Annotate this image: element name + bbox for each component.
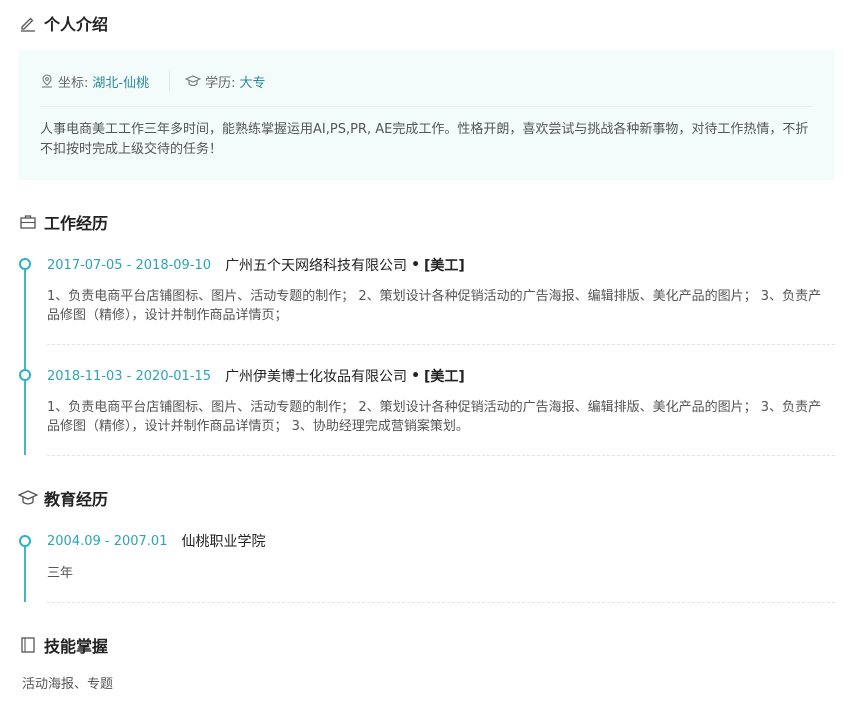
work-description: 1、负责电商平台店铺图标、图片、活动专题的制作； 2、策划设计各种促销活动的广告… — [47, 400, 822, 434]
location-item: 坐标: 湖北-仙桃 — [40, 72, 149, 91]
work-timeline — [24, 263, 26, 455]
intro-section-title: 个人介绍 — [18, 11, 108, 35]
graduation-cap-icon — [18, 488, 38, 508]
graduation-cap-icon — [184, 74, 202, 88]
location-value: 湖北-仙桃 — [92, 75, 150, 91]
location-pin-icon — [40, 74, 54, 88]
work-separator: • — [411, 368, 421, 384]
work-company: 广州伊美博士化妆品有限公司 — [225, 369, 408, 385]
meta-divider — [169, 71, 171, 91]
work-entry-header: 2018-11-03 - 2020-01-15 广州伊美博士化妆品有限公司 • … — [47, 366, 465, 386]
location-key: 坐标: — [58, 75, 89, 91]
education-section-title: 教育经历 — [18, 486, 108, 510]
edit-icon — [18, 13, 38, 33]
work-date: 2018-11-03 - 2020-01-15 — [47, 368, 212, 384]
education-key: 学历: — [205, 75, 236, 91]
work-title: 工作经历 — [44, 214, 109, 233]
book-icon — [18, 635, 38, 655]
intro-divider — [40, 106, 812, 107]
education-date: 2004.09 - 2007.01 — [47, 533, 168, 549]
skills-title: 技能掌握 — [44, 637, 109, 656]
work-description: 1、负责电商平台店铺图标、图片、活动专题的制作； 2、策划设计各种促销活动的广告… — [47, 289, 822, 323]
intro-text: 人事电商美工工作三年多时间，能熟练掌握运用AI,PS,PR, AE完成工作。性格… — [40, 122, 809, 157]
education-title: 教育经历 — [44, 490, 109, 509]
education-divider — [47, 602, 835, 603]
work-entry-header: 2017-07-05 - 2018-09-10 广州五个天网络科技有限公司 • … — [47, 255, 465, 275]
work-role: [美工] — [424, 258, 465, 274]
education-description: 三年 — [47, 566, 74, 581]
timeline-dot — [19, 369, 31, 381]
skills-text: 活动海报、专题 — [22, 677, 114, 692]
education-entry-header: 2004.09 - 2007.01 仙桃职业学院 — [47, 531, 265, 551]
education-level-item: 学历: 大专 — [184, 72, 266, 91]
intro-card: 坐标: 湖北-仙桃 学历: 大专 人事电商美工工作三年多时间，能熟练掌握运用AI… — [18, 50, 834, 180]
education-school: 仙桃职业学院 — [181, 534, 266, 550]
work-role: [美工] — [424, 369, 465, 385]
briefcase-icon — [18, 212, 38, 232]
timeline-dot — [19, 535, 31, 547]
work-divider — [47, 344, 835, 345]
work-separator: • — [411, 257, 421, 273]
intro-meta-row: 坐标: 湖北-仙桃 学历: 大专 — [40, 70, 266, 92]
skills-section-title: 技能掌握 — [18, 633, 108, 657]
education-timeline — [24, 538, 26, 602]
timeline-dot — [19, 258, 31, 270]
work-company: 广州五个天网络科技有限公司 — [225, 258, 408, 274]
work-date: 2017-07-05 - 2018-09-10 — [47, 257, 212, 273]
education-value: 大专 — [239, 75, 266, 91]
work-divider — [47, 455, 835, 456]
intro-title: 个人介绍 — [44, 15, 109, 34]
work-section-title: 工作经历 — [18, 210, 108, 234]
